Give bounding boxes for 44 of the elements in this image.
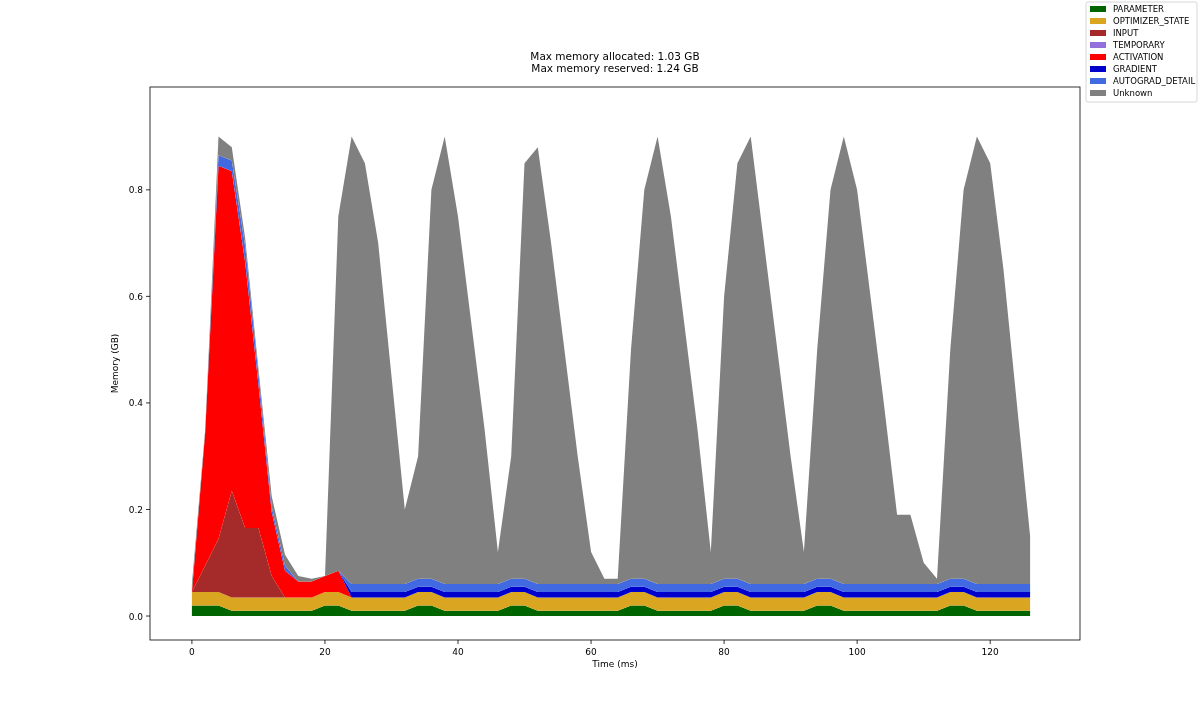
- y-axis-label: Memory (GB): [110, 333, 120, 394]
- tick-mark: [191, 639, 193, 645]
- legend-swatch: [1090, 78, 1106, 84]
- x-axis-label: Time (ms): [592, 659, 638, 669]
- legend-swatch: [1090, 6, 1106, 12]
- y-tick-label: 0.0: [128, 611, 143, 622]
- tick-mark: [145, 402, 151, 404]
- tick-mark: [145, 295, 151, 297]
- tick-mark: [723, 639, 725, 645]
- x-tick-label: 40: [452, 647, 464, 657]
- y-tick-label: 0.6: [128, 291, 143, 302]
- x-tick-label: 100: [848, 647, 866, 657]
- legend-swatch: [1090, 66, 1106, 72]
- x-tick-label: 0: [189, 647, 195, 657]
- tick-mark: [145, 509, 151, 510]
- x-tick-label: 20: [319, 647, 331, 657]
- x-tick-label: 120: [981, 647, 999, 657]
- y-tick-label: 0.4: [128, 398, 143, 409]
- y-tick-label: 0.2: [128, 504, 143, 515]
- legend-label: AUTOGRAD_DETAIL: [1113, 76, 1196, 86]
- x-tick-label: 60: [585, 647, 597, 657]
- tick-mark: [145, 615, 151, 617]
- legend-label: PARAMETER: [1113, 4, 1164, 14]
- legend-label: TEMPORARY: [1113, 40, 1165, 50]
- legend-swatch: [1090, 30, 1106, 36]
- legend-label: GRADIENT: [1113, 64, 1157, 74]
- legend-swatch: [1090, 18, 1106, 24]
- legend-swatch: [1090, 54, 1106, 60]
- tick-mark: [590, 639, 592, 645]
- legend-label: Unknown: [1113, 88, 1153, 98]
- tick-mark: [145, 189, 151, 191]
- legend-label: INPUT: [1113, 28, 1139, 38]
- x-tick-label: 80: [718, 647, 730, 657]
- chart-title: Max memory allocated: 1.03 GB: [530, 50, 700, 62]
- tick-mark: [324, 639, 326, 645]
- legend-swatch: [1090, 90, 1106, 96]
- legend-label: OPTIMIZER_STATE: [1113, 16, 1190, 26]
- tick-mark: [856, 639, 858, 645]
- legend-swatch: [1090, 42, 1106, 48]
- tick-mark: [457, 639, 459, 645]
- chart-title: Max memory reserved: 1.24 GB: [531, 62, 699, 74]
- y-tick-label: 0.8: [128, 185, 143, 196]
- legend-label: ACTIVATION: [1113, 52, 1164, 62]
- tick-mark: [989, 639, 991, 645]
